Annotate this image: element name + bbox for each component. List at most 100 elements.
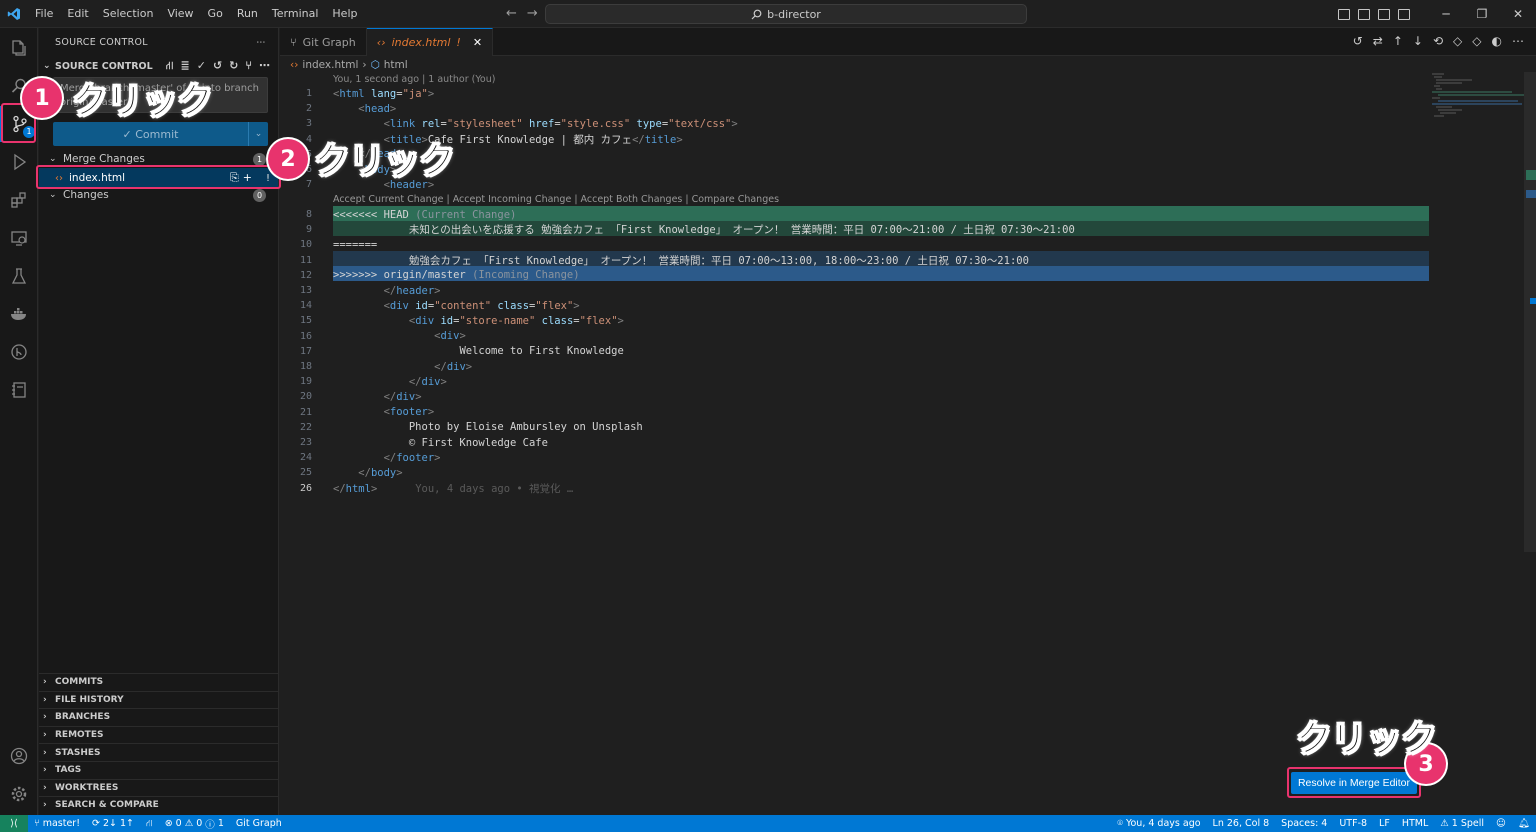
feedback-icon[interactable]: ☺ — [1490, 818, 1512, 829]
breadcrumb-symbol[interactable]: html — [384, 59, 408, 71]
menu-selection[interactable]: Selection — [96, 0, 161, 28]
spell-check-status[interactable]: ⚠ 1 Spell — [1434, 818, 1490, 829]
encoding[interactable]: UTF-8 — [1333, 818, 1373, 829]
close-window-button[interactable]: ✕ — [1500, 7, 1536, 21]
gitlens-inspect-icon[interactable]: ◐ — [1492, 34, 1502, 48]
timeline-icon[interactable]: ↺ — [1353, 34, 1363, 48]
testing-icon[interactable] — [0, 258, 38, 294]
menu-view[interactable]: View — [160, 0, 200, 28]
revert-icon[interactable]: ⟲ — [1433, 34, 1443, 48]
toggle-primary-sidebar-icon[interactable] — [1338, 8, 1350, 20]
panel-label: STASHES — [55, 747, 101, 758]
chevron-right-icon: › — [43, 730, 47, 741]
panel-file-history[interactable]: › FILE HISTORY — [39, 690, 278, 709]
code-line: 14 <div id="content" class="flex"> — [299, 299, 580, 312]
changes-label: Changes — [63, 189, 109, 201]
panel-worktrees[interactable]: › WORKTREES — [39, 778, 278, 797]
notifications-bell-icon[interactable]: 🔔︎ — [1512, 818, 1536, 829]
problems-indicator[interactable]: ⊗ 0 ⚠ 0 ⓘ 1 — [159, 817, 230, 831]
commit-dropdown-chevron-icon[interactable]: ⌄ — [248, 122, 268, 146]
menu-run[interactable]: Run — [230, 0, 265, 28]
blame-prev-icon[interactable]: ◇ — [1453, 34, 1462, 48]
panel-branches[interactable]: › BRANCHES — [39, 708, 278, 726]
docker-icon[interactable] — [0, 296, 38, 332]
panel-commits[interactable]: › COMMITS — [39, 673, 278, 691]
spell-text: 1 Spell — [1451, 818, 1485, 829]
code-line: 23 © First Knowledge Cafe — [299, 436, 548, 449]
chevron-right-icon: › — [43, 677, 47, 688]
back-arrow-icon[interactable]: ← — [506, 6, 517, 21]
conflict-codelens[interactable]: Accept Current Change | Accept Incoming … — [333, 194, 779, 205]
explorer-icon[interactable] — [0, 30, 38, 66]
toggle-panel-icon[interactable] — [1358, 8, 1370, 20]
chevron-right-icon: › — [43, 747, 47, 758]
menu-file[interactable]: File — [28, 0, 60, 28]
chevron-down-icon: ⌄ — [49, 154, 57, 164]
branch-indicator[interactable]: ⑂ master! — [28, 818, 86, 829]
minimize-button[interactable]: ─ — [1428, 7, 1464, 21]
notebook-icon[interactable] — [0, 372, 38, 408]
breadcrumb-file[interactable]: index.html — [302, 59, 358, 71]
more-actions-icon[interactable]: ⋯ — [1512, 34, 1524, 48]
panel-stashes[interactable]: › STASHES — [39, 743, 278, 761]
refresh-icon[interactable]: ↻ — [229, 59, 238, 74]
close-icon[interactable]: ✕ — [473, 36, 482, 49]
warning-icon: ⚠ — [184, 818, 194, 829]
blame-status[interactable]: ⌾ You, 4 days ago — [1111, 818, 1206, 829]
more-actions-icon[interactable]: ⋯ — [256, 37, 266, 48]
minimap[interactable] — [1432, 72, 1526, 118]
menu-edit[interactable]: Edit — [60, 0, 95, 28]
customize-layout-icon[interactable] — [1398, 8, 1410, 20]
info-icon: ⓘ — [205, 819, 215, 831]
more-actions-icon[interactable]: ⋯ — [259, 59, 270, 74]
graph-icon[interactable]: ⑂ — [245, 59, 252, 74]
forward-arrow-icon[interactable]: → — [527, 6, 538, 21]
code-line: 2 <head> — [305, 102, 397, 115]
command-center-search[interactable]: b-director — [545, 4, 1027, 24]
panel-search-compare[interactable]: › SEARCH & COMPARE — [39, 796, 278, 814]
manage-gear-icon[interactable] — [0, 776, 38, 812]
gitlens-status-icon[interactable]: ⛙ — [140, 818, 159, 830]
annotation-label-1: クリック — [71, 81, 213, 123]
remote-indicator-icon[interactable]: ⟩⟨ — [0, 815, 28, 832]
cursor-position[interactable]: Ln 26, Col 8 — [1207, 818, 1276, 829]
blame-header[interactable]: You, 1 second ago | 1 author (You) — [333, 74, 495, 85]
code-line: 17 Welcome to First Knowledge — [299, 345, 624, 358]
chevron-right-icon: › — [43, 694, 47, 705]
menu-help[interactable]: Help — [325, 0, 364, 28]
previous-conflict-icon[interactable]: ↑ — [1393, 34, 1403, 48]
code-line: 8 <<<<<<< HEAD (Current Change) — [305, 208, 517, 221]
tab-index-html[interactable]: ‹› index.html ! ✕ — [366, 28, 494, 56]
end-of-line[interactable]: LF — [1373, 818, 1396, 829]
sync-indicator[interactable]: ⟳ 2↓ 1↑ — [86, 818, 140, 829]
panel-remotes[interactable]: › REMOTES — [39, 725, 278, 744]
indentation[interactable]: Spaces: 4 — [1275, 818, 1333, 829]
blame-next-icon[interactable]: ◇ — [1472, 34, 1481, 48]
history-icon[interactable]: ↺ — [213, 59, 222, 74]
menu-terminal[interactable]: Terminal — [265, 0, 326, 28]
restore-button[interactable]: ❐ — [1464, 7, 1500, 21]
code-line: 20 </div> — [299, 390, 422, 403]
chevron-right-icon: › — [43, 800, 47, 811]
extensions-icon[interactable] — [0, 182, 38, 218]
account-icon[interactable] — [0, 738, 38, 774]
code-line: 10 ======= — [299, 238, 378, 251]
panel-tags[interactable]: › TAGS — [39, 760, 278, 779]
language-mode[interactable]: HTML — [1396, 818, 1434, 829]
commit-button[interactable]: ✓ Commit ⌄ — [53, 122, 268, 146]
run-debug-icon[interactable] — [0, 144, 38, 180]
code-line: 11 勉強会カフェ 「First Knowledge」 オープン！ 営業時間：平… — [299, 254, 1029, 267]
inline-blame: You, 4 days ago • 視覚化 … — [415, 482, 574, 495]
remote-explorer-icon[interactable] — [0, 220, 38, 256]
menu-go[interactable]: Go — [201, 0, 230, 28]
next-conflict-icon[interactable]: ↓ — [1413, 34, 1423, 48]
tab-git-graph[interactable]: ⑂ Git Graph — [280, 28, 367, 56]
editor-scrollbar[interactable] — [1524, 72, 1536, 552]
warning-icon: ⚠ — [1440, 818, 1449, 829]
toggle-secondary-sidebar-icon[interactable] — [1378, 8, 1390, 20]
git-graph-status[interactable]: Git Graph — [230, 818, 288, 829]
sync-icon: ⟳ — [92, 818, 100, 829]
gitlens-icon[interactable] — [0, 334, 38, 370]
annotation-number-1: 1 — [22, 78, 62, 118]
open-changes-icon[interactable]: ⇄ — [1373, 34, 1383, 48]
